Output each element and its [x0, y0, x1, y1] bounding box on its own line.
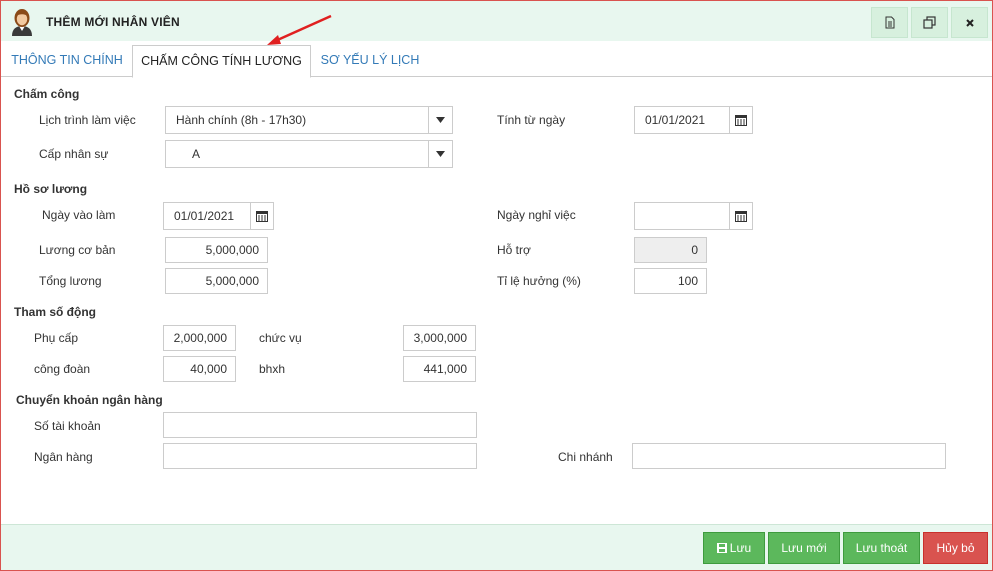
ho-tro-input: 0 [634, 237, 707, 263]
user-avatar-icon [12, 9, 32, 36]
ngay-nghi-viec-datepicker[interactable] [634, 202, 753, 230]
label-ho-tro: Hỗ trợ [497, 243, 531, 257]
copy-icon [923, 16, 936, 29]
section-cham-cong: Chấm công [14, 87, 80, 101]
ngay-vao-lam-datepicker[interactable]: 01/01/2021 [163, 202, 274, 230]
label-bhxh: bhxh [259, 362, 286, 376]
dialog-header: THÊM MỚI NHÂN VIÊN [1, 1, 992, 41]
save-button[interactable]: Lưu [703, 532, 765, 564]
tinh-tu-ngay-datepicker[interactable]: 01/01/2021 [634, 106, 753, 134]
label-chuc-vu: chức vụ [259, 331, 302, 345]
chi-nhanh-input[interactable] [632, 443, 946, 469]
lich-trinh-select[interactable]: Hành chính (8h - 17h30) [165, 106, 453, 134]
section-ho-so-luong: Hồ sơ lương [14, 182, 88, 196]
tong-luong-input[interactable]: 5,000,000 [165, 268, 268, 294]
close-icon [965, 18, 974, 27]
phu-cap-input[interactable]: 2,000,000 [163, 325, 236, 351]
bhxh-input[interactable]: 441,000 [403, 356, 476, 382]
tinh-tu-ngay-value: 01/01/2021 [645, 113, 706, 127]
save-button-label: Lưu [729, 541, 752, 555]
label-tinh-tu-ngay: Tính từ ngày [497, 113, 566, 127]
label-luong-co-ban: Lương cơ bản [39, 243, 116, 257]
tab-so-yeu-ly-lich[interactable]: SƠ YẾU LÝ LỊCH [313, 45, 427, 77]
section-tham-so-dong: Tham số động [14, 305, 96, 319]
label-cong-doan: công đoàn [34, 362, 91, 376]
save-new-button[interactable]: Lưu mới [768, 532, 840, 564]
label-tong-luong: Tổng lương [39, 274, 102, 288]
document-button[interactable] [871, 7, 908, 38]
label-ti-le-huong: Tỉ lệ hưởng (%) [497, 274, 581, 288]
chuc-vu-input[interactable]: 3,000,000 [403, 325, 476, 351]
tab-bar: THÔNG TIN CHÍNH CHẤM CÔNG TÍNH LƯƠNG SƠ … [1, 41, 992, 78]
label-chi-nhanh: Chi nhánh [558, 450, 613, 464]
luong-co-ban-input[interactable]: 5,000,000 [165, 237, 268, 263]
dialog-title: THÊM MỚI NHÂN VIÊN [46, 15, 180, 29]
cap-nhan-su-value: A [192, 147, 201, 161]
calendar-icon[interactable] [729, 107, 752, 133]
calendar-icon[interactable] [250, 203, 273, 229]
ngay-vao-lam-value: 01/01/2021 [174, 209, 235, 223]
chevron-down-icon [428, 141, 452, 167]
so-tai-khoan-input[interactable] [163, 412, 477, 438]
section-chuyen-khoan: Chuyển khoản ngân hàng [16, 393, 163, 407]
ngan-hang-input[interactable] [163, 443, 477, 469]
save-exit-button[interactable]: Lưu thoát [843, 532, 920, 564]
tab-thong-tin-chinh[interactable]: THÔNG TIN CHÍNH [4, 45, 130, 77]
restore-button[interactable] [911, 7, 948, 38]
document-icon [885, 16, 894, 29]
employee-dialog: THÊM MỚI NHÂN VIÊN THÔNG TIN CHÍNH CHẤM … [0, 0, 993, 571]
tab-cham-cong-tinh-luong[interactable]: CHẤM CÔNG TÍNH LƯƠNG [132, 45, 311, 78]
label-lich-trinh: Lịch trình làm việc [39, 113, 136, 127]
calendar-icon[interactable] [729, 203, 752, 229]
cap-nhan-su-select[interactable]: A [165, 140, 453, 168]
label-cap-nhan-su: Cấp nhân sự [39, 147, 109, 161]
dialog-footer: Lưu Lưu mới Lưu thoát Hủy bỏ [1, 524, 992, 570]
label-ngan-hang: Ngân hàng [34, 450, 93, 464]
cong-doan-input[interactable]: 40,000 [163, 356, 236, 382]
label-ngay-vao-lam: Ngày vào làm [42, 208, 116, 222]
label-phu-cap: Phụ cấp [34, 331, 79, 345]
annotation-arrow-icon [267, 14, 332, 45]
label-so-tai-khoan: Số tài khoản [34, 419, 101, 433]
floppy-icon [716, 543, 727, 553]
ti-le-huong-input[interactable]: 100 [634, 268, 707, 294]
cancel-button[interactable]: Hủy bỏ [923, 532, 988, 564]
lich-trinh-value: Hành chính (8h - 17h30) [176, 113, 307, 127]
close-button[interactable] [951, 7, 988, 38]
label-ngay-nghi-viec: Ngày nghỉ việc [497, 208, 576, 222]
chevron-down-icon [428, 107, 452, 133]
